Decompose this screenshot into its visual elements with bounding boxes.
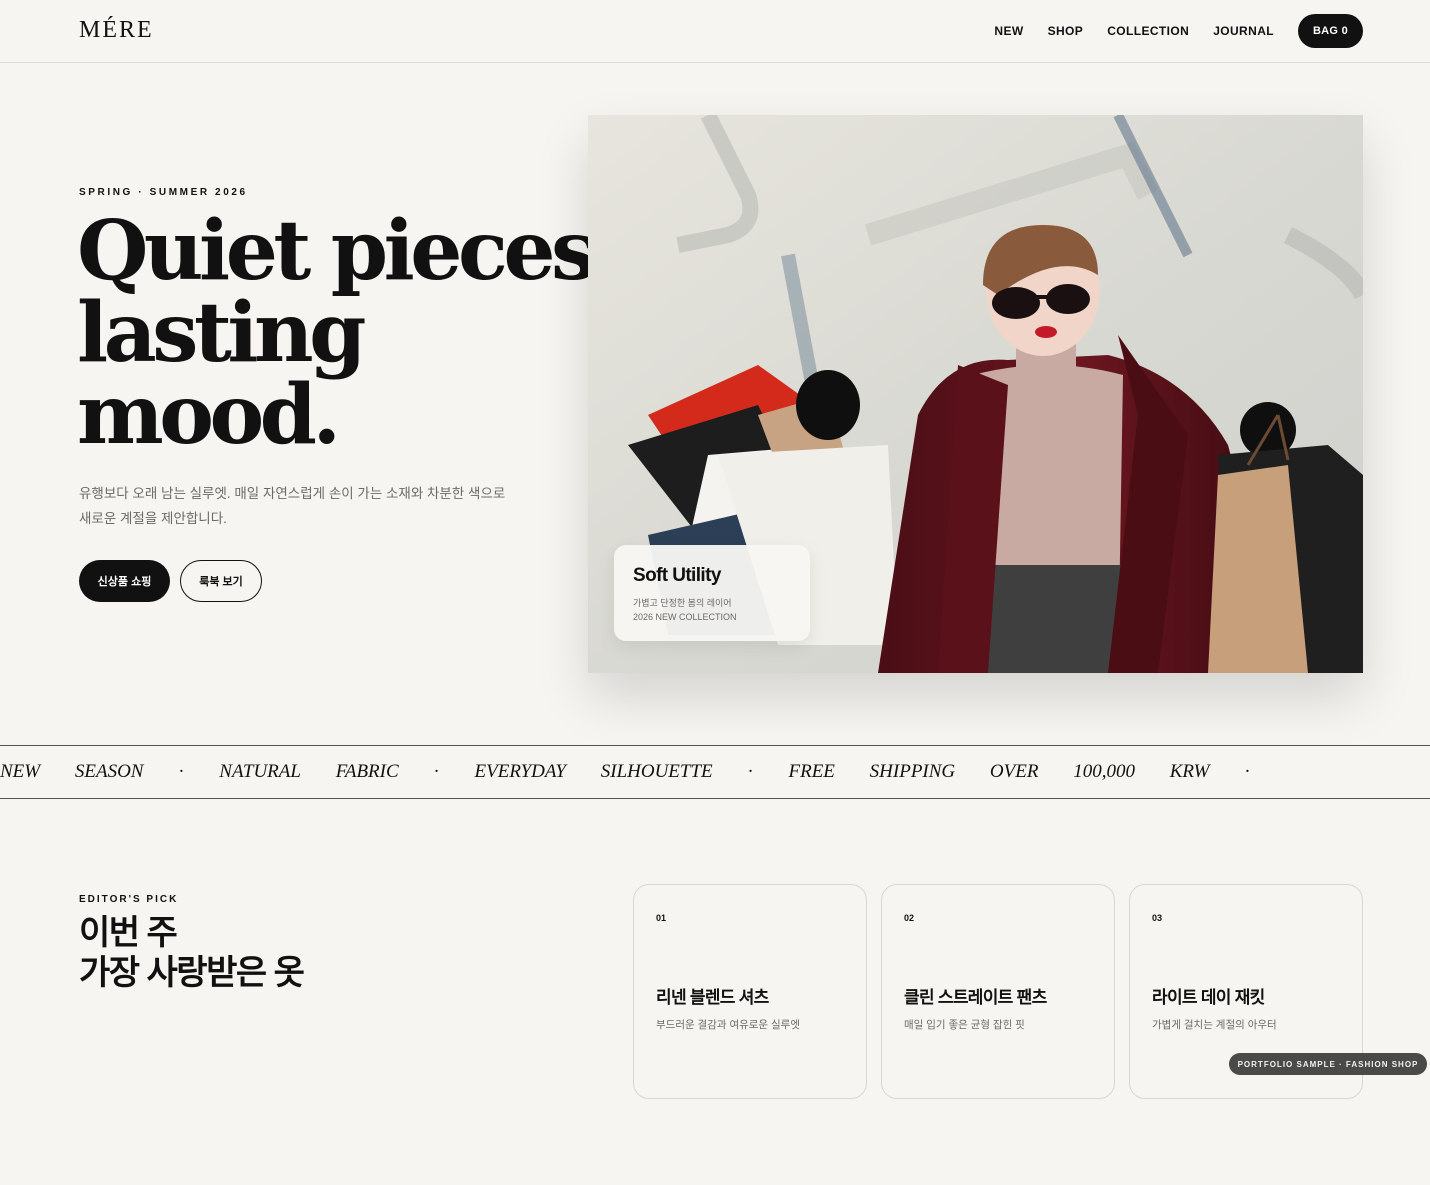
marquee-separator: ·	[433, 761, 440, 782]
site-header: MÉRE NEW SHOP COLLECTION JOURNAL BAG 0	[0, 0, 1430, 63]
marquee-item: 100,000	[1073, 761, 1135, 782]
marquee-item: NATURAL	[219, 761, 301, 782]
marquee-separator: ·	[178, 761, 185, 782]
editors-pick-title-line: 이번 주	[79, 914, 178, 952]
product-card-title: 클린 스트레이트 팬츠	[904, 988, 1047, 1007]
hero-title-line: lasting	[77, 285, 366, 381]
editors-pick-eyebrow: EDITOR'S PICK	[79, 894, 179, 905]
marquee-item: FABRIC	[335, 761, 399, 782]
marquee-separator: ·	[1244, 761, 1251, 782]
product-card-number: 01	[656, 913, 667, 923]
bag-button[interactable]: BAG 0	[1298, 14, 1363, 48]
hero-collection-card[interactable]: Soft Utility 가볍고 단정한 봄의 레이어 2026 NEW COL…	[614, 545, 810, 641]
product-card-description: 매일 입기 좋은 균형 잡힌 핏	[904, 1019, 1025, 1031]
nav-item-collection[interactable]: COLLECTION	[1107, 24, 1189, 38]
product-card-description: 가볍게 걸치는 계절의 아우터	[1152, 1019, 1277, 1031]
portfolio-sample-badge: PORTFOLIO SAMPLE · FASHION SHOP	[1229, 1053, 1427, 1075]
editors-pick-title-line: 가장 사랑받은 옷	[79, 954, 305, 992]
brand-logo[interactable]: MÉRE	[79, 17, 154, 44]
shop-new-button[interactable]: 신상품 쇼핑	[79, 560, 170, 602]
product-card[interactable]: 01 리넨 블렌드 셔츠 부드러운 결감과 여유로운 실루엣	[633, 884, 867, 1099]
lookbook-button[interactable]: 룩북 보기	[180, 560, 262, 602]
nav-item-journal[interactable]: JOURNAL	[1213, 24, 1274, 38]
marquee-track: NEW SEASON · NATURAL FABRIC · EVERYDAY S…	[0, 761, 1281, 783]
marquee-item: SILHOUETTE	[600, 761, 713, 782]
hero-title: Quiet pieces, lasting mood.	[77, 203, 621, 463]
hero-card-collection: 2026 NEW COLLECTION	[633, 612, 737, 622]
main-nav: NEW SHOP COLLECTION JOURNAL BAG 0	[994, 14, 1363, 48]
editors-pick-title: 이번 주 가장 사랑받은 옷	[79, 913, 305, 993]
hero-title-line: mood.	[77, 367, 341, 463]
nav-item-shop[interactable]: SHOP	[1048, 24, 1084, 38]
nav-item-new[interactable]: NEW	[994, 24, 1023, 38]
hero-description: 유행보다 오래 남는 실루엣. 매일 자연스럽게 손이 가는 소재와 차분한 색…	[79, 486, 506, 526]
marquee-banner: NEW SEASON · NATURAL FABRIC · EVERYDAY S…	[0, 745, 1430, 799]
hero-card-subtitle: 가볍고 단정한 봄의 레이어	[633, 598, 732, 608]
marquee-item: SHIPPING	[869, 761, 956, 782]
marquee-item: FREE	[788, 761, 835, 782]
product-card-title: 라이트 데이 재킷	[1152, 988, 1265, 1007]
marquee-item: KRW	[1169, 761, 1210, 782]
product-card-title: 리넨 블렌드 셔츠	[656, 988, 769, 1007]
marquee-separator: ·	[747, 761, 754, 782]
marquee-item: OVER	[989, 761, 1039, 782]
marquee-item: SEASON	[74, 761, 144, 782]
product-card[interactable]: 02 클린 스트레이트 팬츠 매일 입기 좋은 균형 잡힌 핏	[881, 884, 1115, 1099]
marquee-item: NEW	[0, 761, 41, 782]
marquee-item: EVERYDAY	[474, 761, 567, 782]
product-card-number: 03	[1152, 913, 1163, 923]
hero-title-line: Quiet pieces,	[77, 203, 621, 299]
hero-card-title: Soft Utility	[633, 565, 721, 586]
product-card-number: 02	[904, 913, 915, 923]
product-card-description: 부드러운 결감과 여유로운 실루엣	[656, 1019, 800, 1031]
hero-eyebrow: SPRING · SUMMER 2026	[79, 187, 248, 198]
